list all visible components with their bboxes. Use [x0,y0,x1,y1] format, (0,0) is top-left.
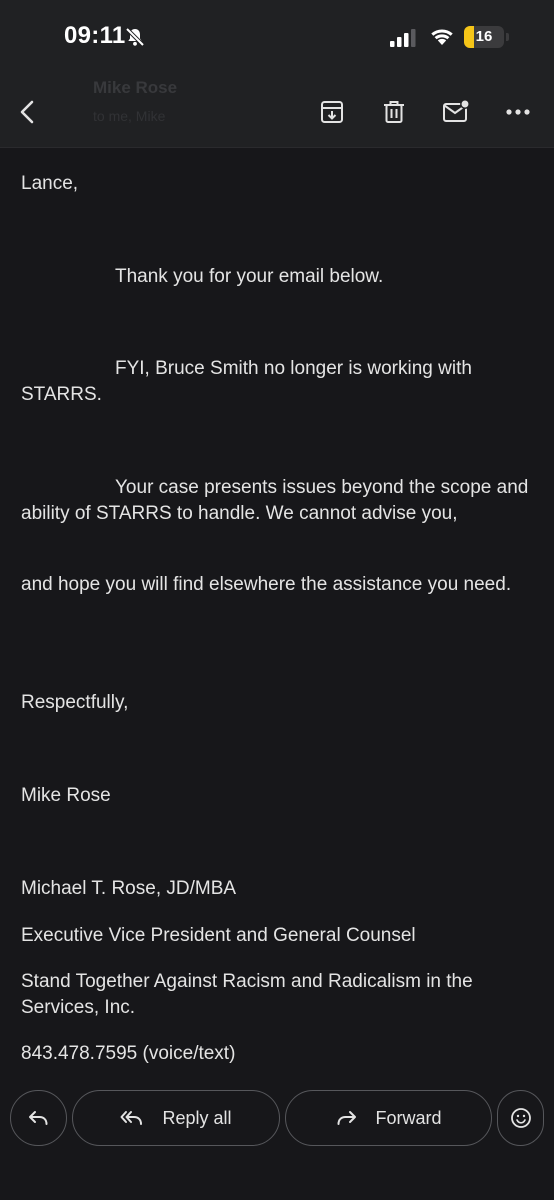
archive-icon [321,101,343,123]
trash-icon [384,101,404,123]
more-options-icon [506,109,530,115]
more-options-button[interactable] [496,90,540,134]
signature-name: Mike Rose [21,785,111,806]
signature-phone: 843.478.7595 (voice/text) [21,1043,236,1064]
signature-organization: Stand Together Against Racism and Radica… [21,971,473,1018]
battery-icon: 16 [464,26,504,48]
reply-all-button[interactable]: Reply all [72,1090,280,1146]
forward-icon [337,1111,357,1125]
status-time: 09:11 [64,22,126,49]
forward-label: Forward [375,1107,442,1128]
emoji-reaction-icon [510,1108,531,1128]
closing: Respectfully, [21,692,129,713]
forward-button[interactable]: Forward [285,1090,492,1146]
reply-button[interactable] [10,1090,67,1146]
delete-button[interactable] [372,90,416,134]
wifi-icon [429,26,455,51]
status-bar: 09:11 16 [0,0,554,76]
signature-full-name: Michael T. Rose, JD/MBA [21,878,237,899]
top-app-bar: Mike Rose to me, Mike [0,76,554,148]
archive-button[interactable] [310,90,354,134]
body-paragraph-2: FYI, Bruce Smith no longer is working wi… [21,358,472,405]
body-paragraph-1: Thank you for your email below. [115,266,384,287]
faded-sender-name: Mike Rose [93,78,178,97]
mark-unread-button[interactable] [434,90,478,134]
back-arrow-icon [20,100,34,124]
emoji-reaction-button[interactable] [497,1090,544,1146]
reply-all-label: Reply all [162,1107,232,1128]
body-paragraph-4: and hope you will find elsewhere the ass… [21,574,512,595]
greeting: Lance, [21,173,79,194]
signature-title: Executive Vice President and General Cou… [21,925,416,946]
bell-slash-icon [124,26,146,53]
bottom-action-bar: Reply all Forward [0,1082,554,1200]
back-button[interactable] [6,90,50,134]
mark-unread-icon [443,99,470,122]
cellular-signal-icon [390,29,416,52]
reply-all-icon [120,1111,143,1125]
reply-icon [28,1111,47,1125]
battery-level: 16 [475,28,493,45]
faded-recipient-line: to me, Mike [93,108,166,124]
body-paragraph-3: Your case presents issues beyond the sco… [21,477,529,524]
